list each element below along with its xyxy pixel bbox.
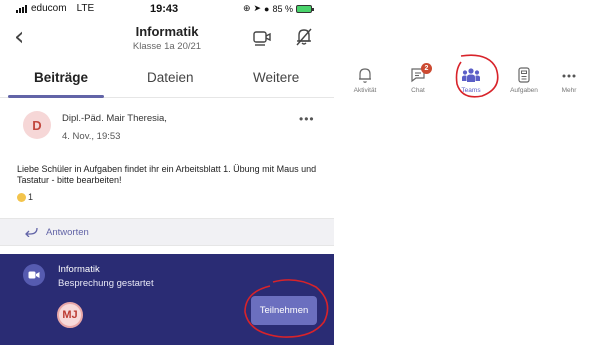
meeting-video-icon [23,264,45,286]
tab-beitraege[interactable]: Beiträge [34,70,88,85]
avatar[interactable]: D [23,111,51,139]
reply-bar[interactable]: Antworten [0,218,334,246]
nav-item-teams[interactable]: Teams [448,66,494,94]
app-header: ‹ Informatik Klasse 1a 20/21 [0,22,334,60]
nav-item-aktivitaet[interactable]: Aktivität [342,66,388,94]
bell-icon [359,68,371,83]
meeting-banner: Informatik Besprechung gestartet MJ Teil… [0,254,334,345]
chat-badge: 2 [421,63,432,74]
alarm-icon: ● [264,3,270,14]
nav-label: Aktivität [353,87,377,94]
reaction-count: 1 [28,192,34,202]
join-meeting-button[interactable]: Teilnehmen [251,296,317,325]
location-icon: ➤ [253,3,262,13]
assignments-icon [518,67,530,83]
nav-label: Chat [411,87,425,94]
status-bar: educom LTE 19:43 ⊕ ➤ ● 85 % [0,0,334,18]
reply-arrow-icon [24,225,38,240]
battery-percent: 85 % [272,3,293,14]
header-title-group: Informatik Klasse 1a 20/21 [0,24,334,52]
post-author: Dipl.-Päd. Mair Theresia, [62,113,167,124]
more-icon [562,74,576,78]
nav-label: Aufgaben [510,87,538,94]
bottom-navigation: Aktivität 2 Chat Teams Aufgaben Mehr [342,60,592,102]
reaction-badge[interactable]: 1 [17,192,33,202]
clock: 19:43 [150,3,179,15]
smiley-icon [17,192,26,202]
orientation-lock-icon: ⊕ [242,3,251,13]
participant-avatar: MJ [57,302,83,328]
page-title: Informatik [135,24,199,39]
active-tab-indicator [8,95,104,98]
phone-screen: educom LTE 19:43 ⊕ ➤ ● 85 % ‹ Informatik… [0,0,334,345]
teams-icon [462,68,480,82]
post-timestamp: 4. Nov., 19:53 [62,131,121,142]
network-type: LTE [76,3,95,14]
tab-weitere[interactable]: Weitere [253,70,299,85]
reply-button-label[interactable]: Antworten [46,227,89,238]
tab-dateien[interactable]: Dateien [147,70,194,85]
nav-item-aufgaben[interactable]: Aufgaben [501,66,547,94]
carrier-info: educom LTE [16,3,94,14]
signal-icon [16,4,27,13]
post-message: Liebe Schüler in Aufgaben findet ihr ein… [17,164,317,185]
nav-label: Mehr [561,87,577,94]
meeting-title: Informatik [58,264,100,275]
nav-label: Teams [461,87,481,94]
video-call-icon[interactable] [252,29,272,52]
status-right: ⊕ ➤ ● 85 % [242,3,314,14]
page-subtitle: Klasse 1a 20/21 [132,41,202,52]
battery-icon [296,4,314,13]
nav-item-mehr[interactable]: Mehr [546,66,592,94]
post-more-icon[interactable]: ••• [299,112,315,126]
meeting-status: Besprechung gestartet [58,278,154,289]
nav-item-chat[interactable]: 2 Chat [395,63,441,94]
channel-tabs: Beiträge Dateien Weitere [0,64,334,98]
carrier-name: educom [31,3,67,14]
notifications-off-icon[interactable] [294,27,314,52]
